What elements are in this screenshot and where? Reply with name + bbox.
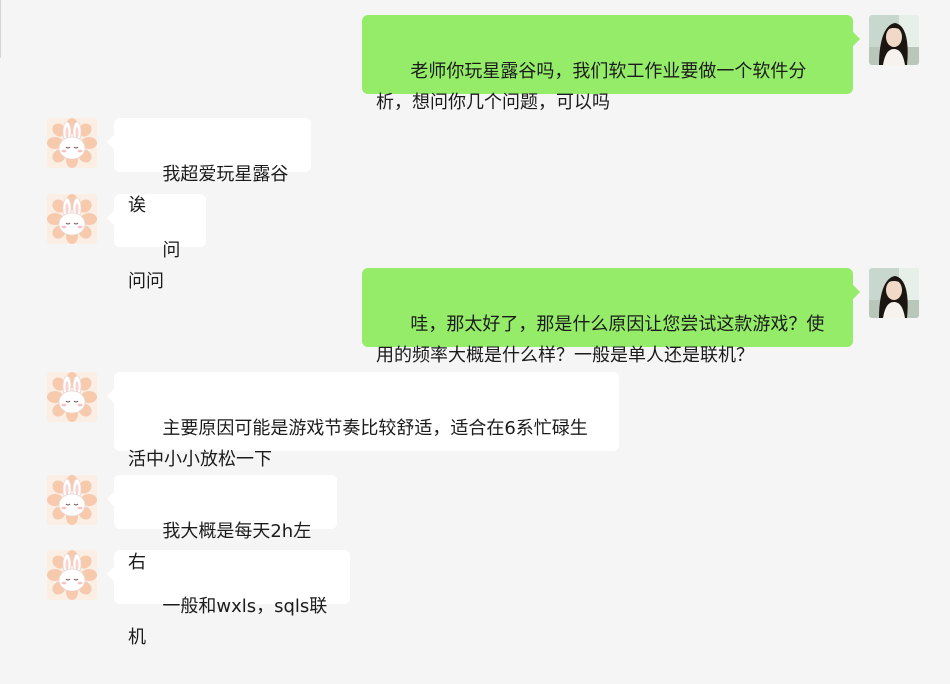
panel-divider [0, 0, 1, 58]
chat-message-area[interactable]: 老师你玩星露谷吗，我们软工作业要做一个软件分析，想问你几个问题，可以吗 我超爱玩… [0, 0, 950, 648]
message-bubble-incoming[interactable]: 一般和wxls，sqls联机 [114, 550, 350, 648]
message-bubble-incoming[interactable]: 我超爱玩星露谷诶 [114, 118, 311, 216]
message-text: 问问问 [128, 240, 181, 292]
message-text: 主要原因可能是游戏节奏比较舒适，适合在6系忙碌生活中小小放松一下 [128, 418, 588, 470]
bunny-flower-avatar-icon[interactable] [47, 475, 97, 525]
bunny-flower-avatar-icon[interactable] [47, 550, 97, 600]
message-bubble-outgoing[interactable]: 老师你玩星露谷吗，我们软工作业要做一个软件分析，想问你几个问题，可以吗 [362, 15, 853, 113]
message-bubble-incoming[interactable]: 主要原因可能是游戏节奏比较舒适，适合在6系忙碌生活中小小放松一下 [114, 372, 619, 470]
message-bubble-incoming[interactable]: 我大概是每天2h左右 [114, 475, 337, 573]
girl-portrait-avatar-icon[interactable] [869, 268, 919, 318]
message-text: 一般和wxls，sqls联机 [128, 596, 328, 648]
bunny-flower-avatar-icon[interactable] [47, 194, 97, 244]
bunny-flower-avatar-icon[interactable] [47, 118, 97, 168]
message-bubble-outgoing[interactable]: 哇，那太好了，那是什么原因让您尝试这款游戏？使用的频率大概是什么样？一般是单人还… [362, 268, 853, 366]
bunny-flower-avatar-icon[interactable] [47, 372, 97, 422]
girl-portrait-avatar-icon[interactable] [869, 15, 919, 65]
message-text: 哇，那太好了，那是什么原因让您尝试这款游戏？使用的频率大概是什么样？一般是单人还… [376, 314, 825, 366]
message-text: 老师你玩星露谷吗，我们软工作业要做一个软件分析，想问你几个问题，可以吗 [376, 61, 807, 113]
